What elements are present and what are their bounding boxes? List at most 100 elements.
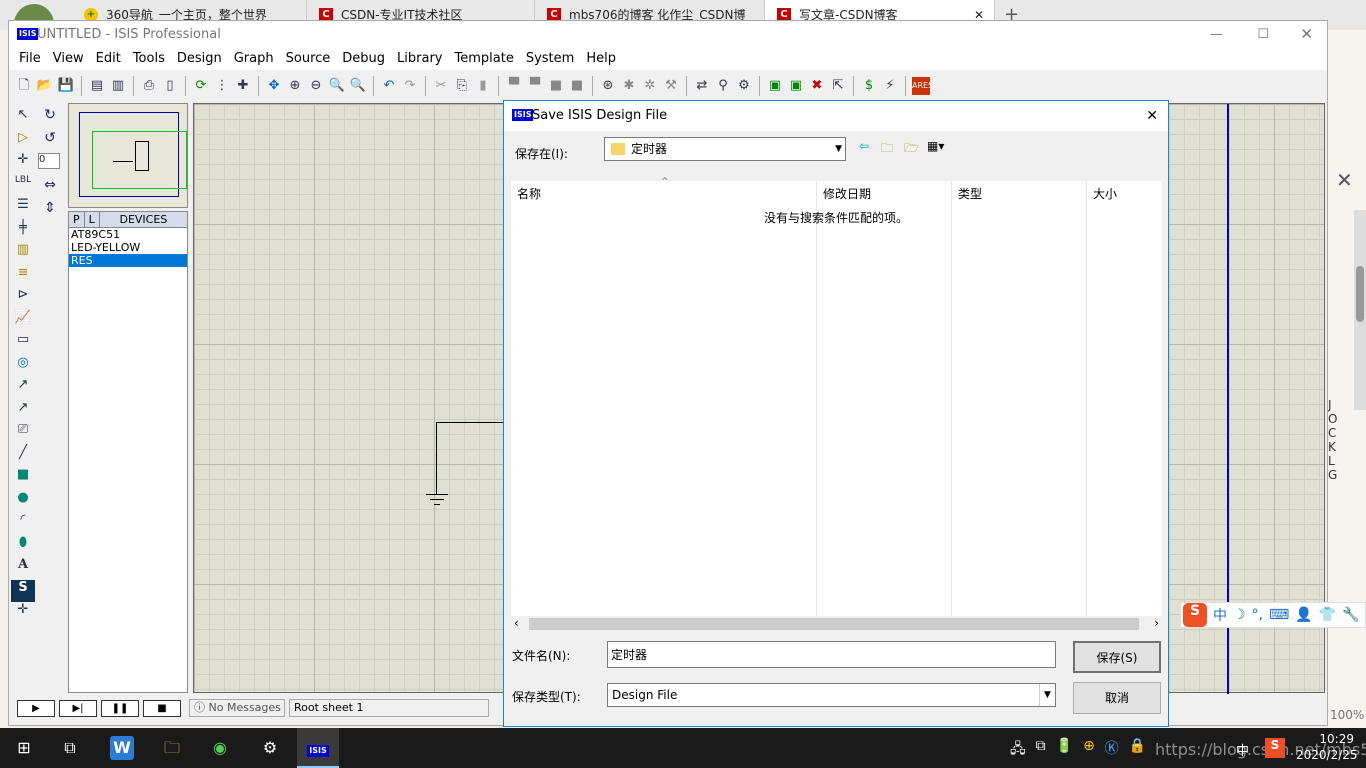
- menu-tools[interactable]: Tools: [127, 48, 171, 70]
- punctuation-icon[interactable]: °,: [1252, 607, 1263, 623]
- wire-label-icon[interactable]: LBL: [11, 175, 35, 198]
- save-in-dropdown[interactable]: 定时器 ▼: [604, 137, 846, 161]
- path-icon[interactable]: ⬮: [11, 535, 35, 558]
- search-icon[interactable]: ⚲: [714, 77, 732, 95]
- security-icon[interactable]: 🔒: [1129, 738, 1146, 762]
- 360-browser-icon[interactable]: ◉: [208, 736, 232, 760]
- package-icon[interactable]: ✲: [641, 77, 659, 95]
- remove-sheet-icon[interactable]: ✖: [808, 77, 826, 95]
- selection-mode-icon[interactable]: ↖: [11, 107, 35, 130]
- box-icon[interactable]: ■: [11, 467, 35, 490]
- new-folder-icon[interactable]: 🗁: [904, 139, 919, 160]
- keyboard-icon[interactable]: ⌨: [1269, 607, 1289, 623]
- kugou-icon[interactable]: Ⓚ: [1105, 738, 1119, 762]
- device-item[interactable]: AT89C51: [69, 228, 187, 241]
- new-icon[interactable]: 🗋: [15, 77, 33, 95]
- virtual-instrument-icon[interactable]: ⎚: [11, 422, 35, 445]
- import-icon[interactable]: ▤: [88, 77, 106, 95]
- cancel-button[interactable]: 取消: [1073, 682, 1161, 714]
- current-probe-icon[interactable]: ↗: [11, 400, 35, 423]
- library-manager-button[interactable]: L: [85, 212, 100, 227]
- input-language[interactable]: 中: [1236, 740, 1249, 759]
- bus-icon[interactable]: ╪: [11, 220, 35, 243]
- property-tool-icon[interactable]: ⚙: [735, 77, 753, 95]
- stop-button[interactable]: ■: [143, 699, 181, 717]
- text-icon[interactable]: A: [11, 557, 35, 580]
- messages-status[interactable]: ⓘ No Messages: [189, 699, 285, 717]
- refresh-icon[interactable]: ⟳: [192, 77, 210, 95]
- horizontal-scrollbar[interactable]: ‹ ›: [511, 616, 1162, 633]
- close-icon[interactable]: ✕: [1336, 168, 1353, 192]
- make-device-icon[interactable]: ✱: [620, 77, 638, 95]
- wrench-icon[interactable]: 🔧: [1342, 607, 1359, 623]
- menu-library[interactable]: Library: [391, 48, 448, 70]
- clock[interactable]: 10:29 2020/2/25: [1296, 731, 1358, 763]
- graph-icon[interactable]: 📈: [11, 310, 35, 333]
- zoom-area-icon[interactable]: 🔍: [349, 77, 367, 95]
- sogou-logo[interactable]: S: [1183, 603, 1207, 627]
- menu-graph[interactable]: Graph: [228, 48, 280, 70]
- settings-icon[interactable]: ⚙: [258, 736, 282, 760]
- save-button[interactable]: 保存(S): [1073, 641, 1161, 673]
- column-header-name[interactable]: 名称 ^: [511, 177, 816, 616]
- tape-recorder-icon[interactable]: ▭: [11, 332, 35, 355]
- symbol-icon[interactable]: S: [11, 579, 35, 602]
- add-sheet-icon[interactable]: ▣: [787, 77, 805, 95]
- voltage-probe-icon[interactable]: ↗: [11, 377, 35, 400]
- wps-icon[interactable]: W: [110, 736, 134, 760]
- device-item-selected[interactable]: RES: [69, 254, 187, 267]
- menu-source[interactable]: Source: [280, 48, 337, 70]
- scrollbar[interactable]: [1354, 210, 1366, 410]
- menu-help[interactable]: Help: [580, 48, 622, 70]
- rotate-cw-icon[interactable]: ↻: [37, 107, 63, 130]
- menu-system[interactable]: System: [520, 48, 580, 70]
- view-menu-icon[interactable]: ▦▾: [927, 139, 944, 153]
- copy-icon[interactable]: ⎘: [453, 77, 471, 95]
- wire-autorouter-icon[interactable]: ⇄: [693, 77, 711, 95]
- user-icon[interactable]: 👤: [1295, 607, 1312, 623]
- junction-icon[interactable]: ✛: [11, 152, 35, 175]
- close-icon[interactable]: ✕: [1300, 21, 1313, 48]
- file-explorer-icon[interactable]: 🗀: [160, 736, 184, 760]
- step-button[interactable]: ▶|: [59, 699, 97, 717]
- column-header-size[interactable]: 大小: [1086, 181, 1162, 616]
- print-area-icon[interactable]: ▯: [161, 77, 179, 95]
- up-folder-icon[interactable]: 🗀: [881, 139, 893, 160]
- skin-icon[interactable]: 👕: [1319, 607, 1336, 623]
- pick-devices-button[interactable]: P: [69, 212, 85, 227]
- generator-icon[interactable]: ◎: [11, 355, 35, 378]
- cut-icon[interactable]: ✂: [432, 77, 450, 95]
- menu-file[interactable]: File: [13, 48, 47, 70]
- flip-vertical-icon[interactable]: ⇕: [37, 200, 63, 223]
- save-icon[interactable]: 💾: [57, 77, 75, 95]
- decompose-icon[interactable]: ⚒: [662, 77, 680, 95]
- bom-icon[interactable]: $: [860, 77, 878, 95]
- dialog-close-icon[interactable]: ✕: [1146, 101, 1158, 131]
- origin-icon[interactable]: ✚: [234, 77, 252, 95]
- column-header-date[interactable]: 修改日期: [816, 181, 951, 616]
- maximize-icon[interactable]: ☐: [1257, 21, 1269, 48]
- start-icon[interactable]: ⊞: [12, 736, 36, 760]
- undo-icon[interactable]: ↶: [380, 77, 398, 95]
- minimize-icon[interactable]: —: [1210, 21, 1223, 48]
- paste-icon[interactable]: ▮: [474, 77, 492, 95]
- netlist-ares-icon[interactable]: ARES: [912, 77, 933, 95]
- back-icon[interactable]: ⇦: [859, 139, 869, 153]
- flip-horizontal-icon[interactable]: ⇔: [37, 177, 63, 200]
- column-header-type[interactable]: 类型: [951, 181, 1086, 616]
- moon-icon[interactable]: ☽: [1233, 607, 1246, 623]
- windows-icon[interactable]: ⧉: [1036, 738, 1046, 762]
- terminal-icon[interactable]: ≡: [11, 265, 35, 288]
- zoom-in-icon[interactable]: ⊕: [286, 77, 304, 95]
- subcircuit-icon[interactable]: ▥: [11, 242, 35, 265]
- device-item[interactable]: LED-YELLOW: [69, 241, 187, 254]
- menu-edit[interactable]: Edit: [90, 48, 127, 70]
- arc-icon[interactable]: ◜: [11, 512, 35, 535]
- filename-input[interactable]: [607, 641, 1056, 668]
- network-icon[interactable]: 🖧: [1010, 738, 1026, 762]
- line-icon[interactable]: ╱: [11, 445, 35, 468]
- ime-mode-toggle[interactable]: 中: [1213, 605, 1227, 625]
- battery-icon[interactable]: 🔋: [1056, 738, 1073, 762]
- marker-icon[interactable]: ✛: [11, 602, 35, 625]
- menu-design[interactable]: Design: [171, 48, 228, 70]
